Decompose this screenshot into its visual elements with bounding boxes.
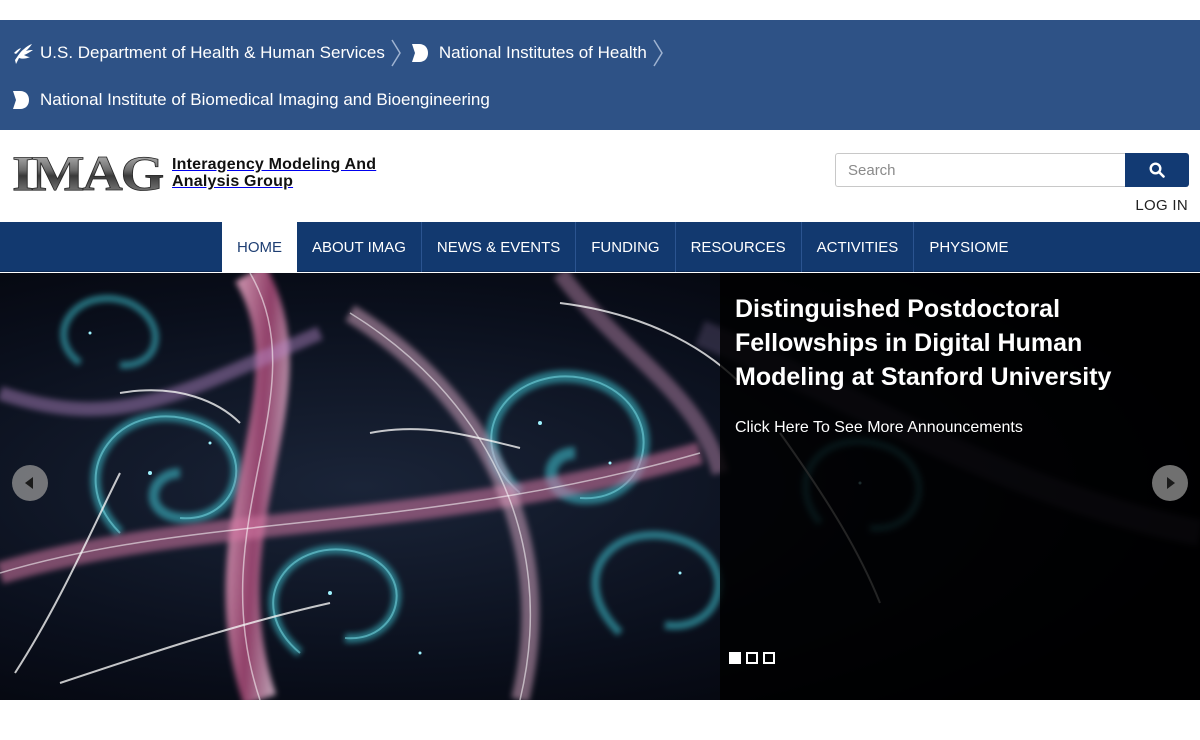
nav-resources[interactable]: RESOURCES — [676, 222, 802, 272]
search-input[interactable] — [835, 153, 1125, 187]
hero-carousel: Distinguished Postdoctoral Fellowships i… — [0, 273, 1200, 700]
more-announcements-link[interactable]: Click Here To See More Announcements — [735, 419, 1023, 437]
search-form — [835, 153, 1189, 187]
nav-home[interactable]: HOME — [222, 222, 297, 272]
gov-breadcrumb-row: U.S. Department of Health & Human Servic… — [12, 38, 673, 68]
svg-text:IMAG: IMAG — [12, 150, 163, 196]
hhs-eagle-icon — [14, 44, 33, 64]
hhs-link[interactable]: U.S. Department of Health & Human Servic… — [12, 40, 385, 66]
nav-news-events[interactable]: NEWS & EVENTS — [422, 222, 577, 272]
slide-title[interactable]: Distinguished Postdoctoral Fellowships i… — [735, 292, 1155, 394]
carousel-indicators — [729, 652, 775, 664]
logo-line-2: Analysis Group — [172, 173, 294, 190]
carousel-prev-button[interactable] — [12, 465, 48, 501]
breadcrumb-separator-icon — [391, 39, 401, 67]
breadcrumb-separator-icon — [653, 39, 663, 67]
login-link[interactable]: LOG IN — [1135, 197, 1188, 214]
nav-list: HOME ABOUT IMAG NEWS & EVENTS FUNDING RE… — [222, 222, 1024, 272]
hhs-label: U.S. Department of Health & Human Servic… — [40, 43, 385, 62]
nih-icon — [13, 91, 29, 109]
carousel-dot[interactable] — [729, 652, 741, 664]
nibib-link[interactable]: National Institute of Biomedical Imaging… — [12, 90, 490, 110]
nih-icon — [411, 44, 428, 62]
search-icon — [1149, 162, 1165, 178]
imag-logo-mark: IMAG — [12, 150, 164, 196]
chevron-left-icon — [25, 477, 33, 489]
carousel-dot[interactable] — [746, 652, 758, 664]
nav-funding[interactable]: FUNDING — [576, 222, 676, 272]
nav-physiome[interactable]: PHYSIOME — [914, 222, 1023, 272]
logo-line-1: Interagency Modeling And — [172, 156, 377, 173]
nih-label: National Institutes of Health — [438, 43, 647, 62]
gov-breadcrumb-row: National Institute of Biomedical Imaging… — [12, 85, 490, 115]
imag-logo[interactable]: IMAG Interagency Modeling And Analysis G… — [12, 150, 376, 196]
nibib-label: National Institute of Biomedical Imaging… — [40, 90, 490, 109]
nih-link[interactable]: National Institutes of Health — [411, 43, 647, 63]
nav-about-imag[interactable]: ABOUT IMAG — [297, 222, 422, 272]
carousel-caption: Distinguished Postdoctoral Fellowships i… — [720, 273, 1200, 700]
chevron-right-icon — [1167, 477, 1175, 489]
search-button[interactable] — [1125, 153, 1189, 187]
carousel-next-button[interactable] — [1152, 465, 1188, 501]
nav-activities[interactable]: ACTIVITIES — [802, 222, 915, 272]
logo-text: Interagency Modeling And Analysis Group — [172, 156, 376, 190]
main-navigation: HOME ABOUT IMAG NEWS & EVENTS FUNDING RE… — [0, 222, 1200, 272]
gov-breadcrumb-banner: U.S. Department of Health & Human Servic… — [0, 20, 1200, 130]
carousel-dot[interactable] — [763, 652, 775, 664]
